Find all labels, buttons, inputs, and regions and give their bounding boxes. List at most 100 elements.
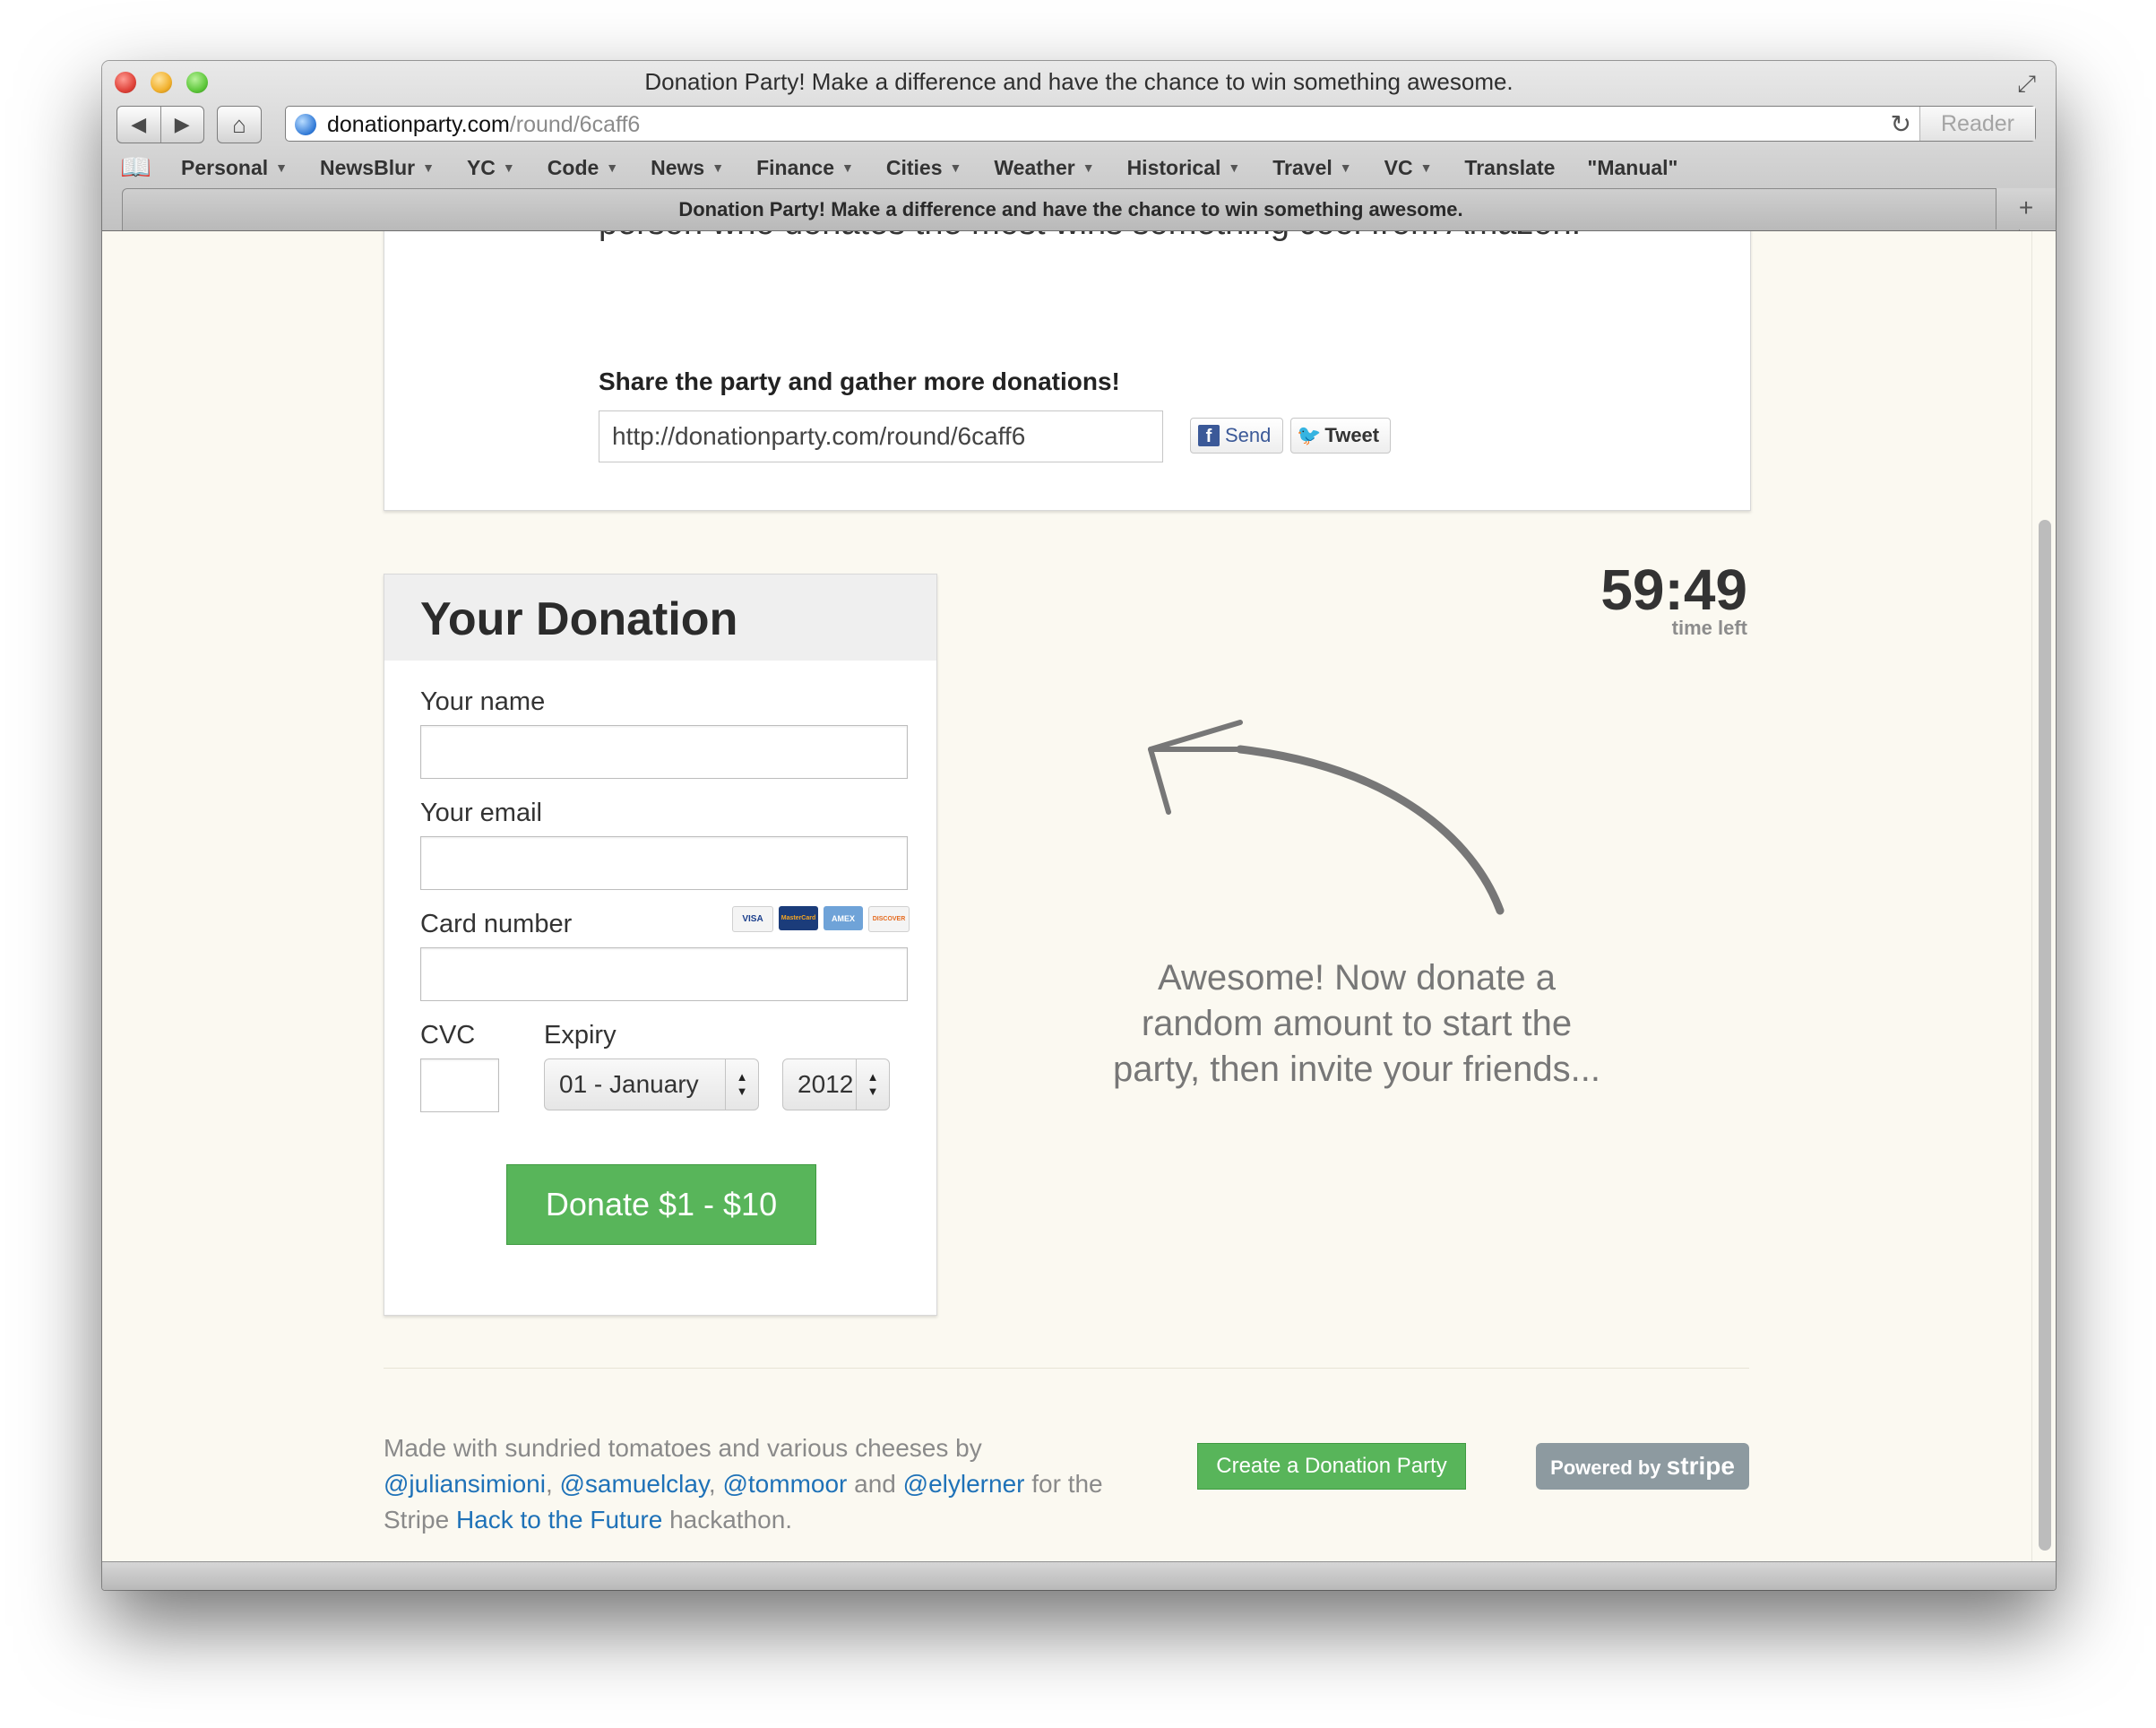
author-link-julian[interactable]: @juliansimioni: [384, 1470, 546, 1498]
window-title: Donation Party! Make a difference and ha…: [644, 68, 1514, 95]
select-stepper-icon: ▲ ▼: [856, 1059, 889, 1110]
url-text[interactable]: donationparty.com/round/6caff6: [327, 107, 640, 143]
chevron-down-icon: ▼: [841, 160, 854, 175]
chevron-down-icon: ▼: [275, 160, 289, 175]
bookmark-label: Cities: [885, 156, 943, 179]
hint-line-2: random amount to start the: [1141, 1004, 1573, 1043]
bookmark-item[interactable]: Cities ▼: [886, 156, 962, 180]
bookmark-label: News: [651, 156, 705, 179]
name-label: Your name: [420, 687, 546, 716]
author-link-samuel[interactable]: @samuelclay: [560, 1470, 709, 1498]
cvc-label: CVC: [420, 1021, 476, 1050]
bookmark-item[interactable]: Historical ▼: [1127, 156, 1241, 180]
twitter-bird-icon: 🐦: [1297, 424, 1322, 446]
author-link-ely[interactable]: @elylerner: [903, 1470, 1025, 1498]
footer-credits: Made with sundried tomatoes and various …: [384, 1434, 1103, 1534]
expiry-month-select[interactable]: 01 - January ▲ ▼: [544, 1058, 759, 1110]
fullscreen-icon[interactable]: ⤢: [2017, 70, 2036, 99]
footer-text-3: Stripe: [384, 1506, 450, 1534]
bookmark-label: Travel: [1272, 156, 1332, 179]
window-bottom-bar: [102, 1561, 2056, 1590]
new-tab-button[interactable]: +: [1996, 188, 2056, 229]
send-label: Send: [1225, 424, 1272, 446]
tweet-label: Tweet: [1324, 424, 1380, 446]
expiry-label: Expiry: [544, 1021, 617, 1050]
bookmark-item[interactable]: Personal ▼: [181, 156, 288, 180]
bookmark-label: Code: [547, 156, 599, 179]
hackathon-link[interactable]: Hack to the Future: [456, 1506, 662, 1534]
stripe-logo: stripe: [1666, 1452, 1735, 1480]
bookmark-item[interactable]: YC ▼: [467, 156, 515, 180]
select-stepper-icon: ▲ ▼: [725, 1059, 758, 1110]
forward-arrow-icon[interactable]: ▶: [161, 107, 204, 143]
bookmark-list: Personal ▼ NewsBlur ▼ YC ▼ Code ▼ News ▼ Finance ▼ C…: [181, 156, 1710, 180]
chevron-down-icon: ▼: [1228, 160, 1241, 175]
card-number-input[interactable]: [420, 947, 908, 1001]
chevron-down-icon: ▼: [1339, 160, 1352, 175]
footer-and: and: [854, 1470, 896, 1498]
bookmark-item[interactable]: Weather ▼: [994, 156, 1094, 180]
bookmark-label: Finance: [756, 156, 835, 179]
email-input[interactable]: [420, 836, 908, 890]
powered-by-label: Powered by: [1550, 1456, 1661, 1479]
donation-header: Your Donation: [384, 575, 936, 661]
chevron-down-icon: ▼: [711, 160, 725, 175]
powered-by-stripe-badge[interactable]: Powered by stripe: [1536, 1443, 1749, 1490]
facebook-send-button[interactable]: f Send: [1190, 418, 1283, 454]
bookmarks-bar: 📖 Personal ▼ NewsBlur ▼ YC ▼ Code ▼ News ▼ Finance…: [102, 152, 2056, 183]
facebook-icon: f: [1198, 425, 1220, 446]
expiry-year-select[interactable]: 2012 ▲ ▼: [782, 1058, 890, 1110]
hint-line-3: party, then invite your friends...: [1113, 1050, 1600, 1089]
reading-list-icon[interactable]: 📖: [120, 152, 151, 182]
chevron-down-icon: ▼: [606, 160, 619, 175]
tab-active[interactable]: Donation Party! Make a difference and ha…: [122, 188, 2020, 230]
chevron-down-icon: ▼: [502, 160, 515, 175]
countdown-label: time left: [1671, 617, 1747, 639]
chevron-down-icon: ▼: [949, 160, 962, 175]
expiry-year-value: 2012: [798, 1070, 854, 1098]
bookmark-item[interactable]: Finance ▼: [756, 156, 854, 180]
bookmark-label: Personal: [181, 156, 269, 179]
curved-arrow-icon: [1148, 720, 1505, 915]
intro-text-cut: person who donates the most wins somethi…: [599, 231, 1581, 243]
back-arrow-icon[interactable]: ◀: [117, 107, 161, 143]
amex-icon: AMEX: [824, 906, 863, 930]
cvc-input[interactable]: [420, 1058, 499, 1112]
bookmark-item[interactable]: NewsBlur ▼: [320, 156, 435, 180]
reader-button[interactable]: Reader: [1919, 107, 2035, 141]
scrollbar-thumb[interactable]: [2039, 520, 2051, 1551]
bookmark-item[interactable]: Code ▼: [548, 156, 618, 180]
page-viewport: person who donates the most wins somethi…: [102, 231, 2056, 1561]
donate-button[interactable]: Donate $1 - $10: [506, 1164, 816, 1245]
countdown-timer: 59:49: [1600, 557, 1747, 622]
tweet-button[interactable]: 🐦 Tweet: [1290, 418, 1391, 454]
expiry-month-value: 01 - January: [559, 1070, 699, 1098]
donation-title: Your Donation: [420, 593, 738, 645]
donate-hint: Awesome! Now donate a random amount to s…: [1088, 955, 1626, 1093]
bookmark-item[interactable]: News ▼: [651, 156, 724, 180]
bookmark-item[interactable]: VC ▼: [1384, 156, 1433, 180]
create-party-button[interactable]: Create a Donation Party: [1197, 1443, 1466, 1490]
author-link-tom[interactable]: @tommoor: [722, 1470, 847, 1498]
bookmark-label: NewsBlur: [320, 156, 416, 179]
footer-text-1: Made with sundried tomatoes and various …: [384, 1434, 982, 1462]
bookmark-item[interactable]: Translate: [1464, 156, 1555, 180]
name-input[interactable]: [420, 725, 908, 779]
url-host: donationparty.com: [327, 112, 510, 137]
home-button[interactable]: ⌂: [217, 106, 262, 143]
bookmark-label: Historical: [1126, 156, 1221, 179]
address-bar[interactable]: donationparty.com/round/6caff6 ↻ Reader: [285, 106, 2036, 142]
bookmark-item[interactable]: "Manual": [1587, 156, 1677, 180]
scrollbar[interactable]: [2031, 231, 2056, 1561]
bookmark-item[interactable]: Travel ▼: [1272, 156, 1351, 180]
visa-icon: VISA: [732, 906, 773, 932]
share-url-input[interactable]: [599, 410, 1163, 462]
bookmark-label: "Manual": [1587, 156, 1678, 179]
reload-icon[interactable]: ↻: [1891, 107, 1911, 143]
donation-form-card: Your Donation Your name Your email Card …: [384, 574, 937, 1316]
bookmark-label: Translate: [1464, 156, 1556, 179]
globe-icon: [295, 114, 316, 135]
bookmark-label: VC: [1384, 156, 1413, 179]
footer-divider: [384, 1368, 1749, 1369]
footer-text-4: hackathon.: [669, 1506, 793, 1534]
